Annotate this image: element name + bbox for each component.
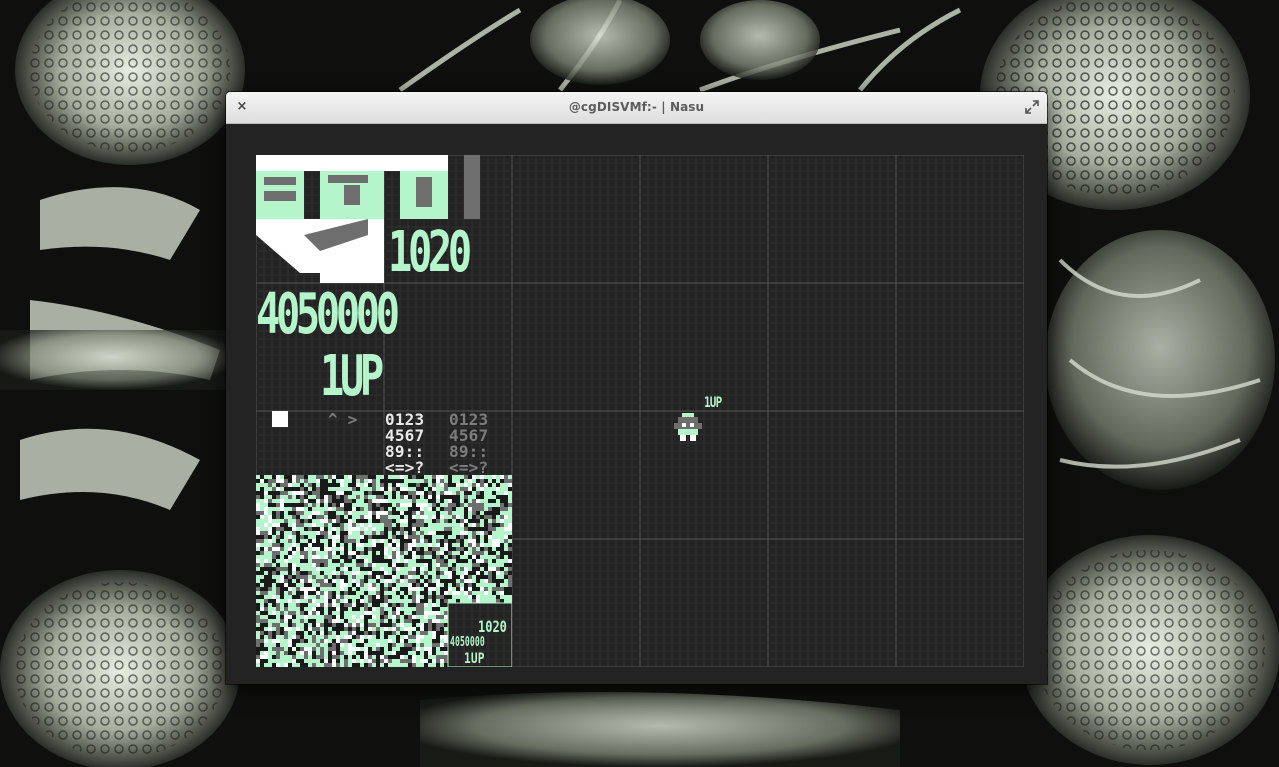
tile-big-digits-row1: 1020 — [388, 220, 472, 285]
tile-sheet[interactable]: 1020 4050000 1UP ^ > 0123 4567 89:: <=>?… — [256, 155, 512, 667]
tile-arrows: ^ > — [328, 410, 358, 429]
sprite-label: 1UP — [704, 395, 722, 411]
tile-font-white-row: <=>? — [385, 458, 425, 477]
character-sprite[interactable] — [672, 413, 704, 443]
tile-mini-label: 1UP — [464, 651, 485, 667]
tile-mini-digits-row2: 4050000 — [450, 635, 485, 650]
nasu-window: × @cgDISVMf:- | Nasu 1020 4050000 1UP ^ … — [226, 92, 1047, 684]
editor-canvas[interactable]: 1020 4050000 1UP ^ > 0123 4567 89:: <=>?… — [256, 155, 1024, 667]
tile-mini-digits-row1: 1020 — [478, 617, 507, 636]
window-title: @cgDISVMf:- | Nasu — [568, 100, 705, 114]
tile-big-digits-row2: 4050000 — [256, 282, 400, 347]
window-titlebar[interactable]: × @cgDISVMf:- | Nasu — [226, 92, 1047, 124]
tile-big-label: 1UP — [320, 344, 384, 409]
tile-font-grey-row: <=>? — [449, 458, 489, 477]
maximize-icon[interactable] — [1025, 100, 1039, 114]
